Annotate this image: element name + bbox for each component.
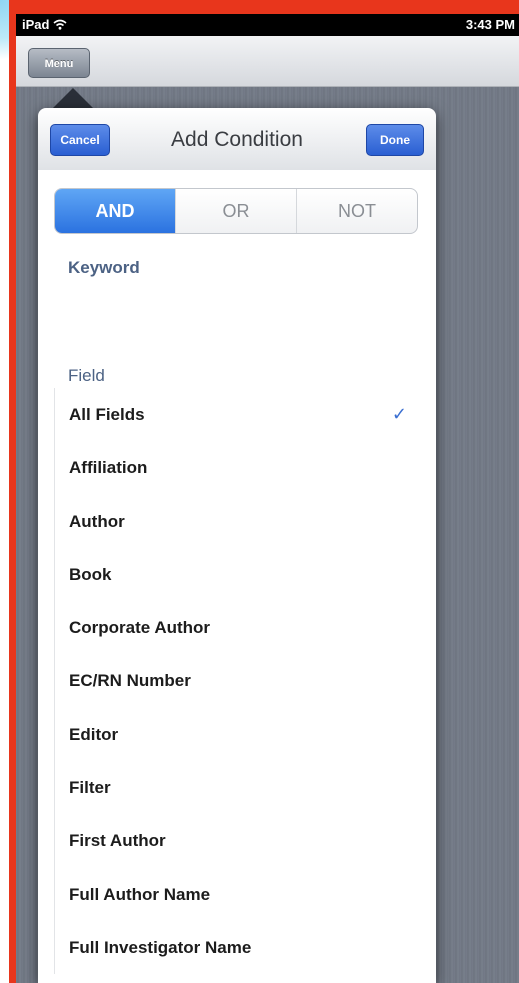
list-item[interactable]: Full Investigator Name	[55, 921, 417, 974]
list-item[interactable]: Corporate Author	[55, 601, 417, 654]
field-list: All Fields ✓ Affiliation Author Book Cor…	[54, 388, 417, 975]
list-item[interactable]: Author	[55, 495, 417, 548]
status-bar: iPad 3:43 PM	[16, 14, 519, 36]
list-item[interactable]: Filter	[55, 761, 417, 814]
segment-and[interactable]: AND	[55, 189, 176, 233]
checkmark-icon: ✓	[391, 404, 407, 424]
list-item[interactable]: All Fields ✓	[55, 388, 417, 441]
device-name: iPad	[22, 17, 50, 32]
status-time: 3:43 PM	[465, 17, 515, 32]
field-option-label: Editor	[69, 724, 119, 744]
field-option-label: Book	[69, 564, 112, 584]
popover-header: Cancel Add Condition Done	[38, 108, 436, 171]
field-label: Field	[68, 366, 105, 385]
list-item[interactable]: Editor	[55, 708, 417, 761]
list-item[interactable]: First Author	[55, 814, 417, 867]
wifi-icon	[53, 19, 67, 30]
list-item[interactable]: EC/RN Number	[55, 654, 417, 707]
segment-or[interactable]: OR	[176, 189, 297, 233]
add-condition-popover: Cancel Add Condition Done AND OR NOT Key…	[38, 108, 436, 983]
field-option-label: First Author	[69, 831, 166, 851]
field-option-label: Author	[69, 511, 125, 531]
list-item[interactable]: Affiliation	[55, 441, 417, 494]
field-option-label: Affiliation	[69, 458, 148, 478]
field-option-label: EC/RN Number	[69, 671, 191, 691]
navigation-bar: Menu	[16, 36, 519, 87]
segment-not[interactable]: NOT	[297, 189, 417, 233]
ipad-screen: iPad 3:43 PM Menu Cancel Add Condition D…	[16, 14, 519, 983]
field-option-label: Full Author Name	[69, 884, 211, 904]
status-left: iPad	[22, 17, 67, 32]
keyword-label: Keyword	[68, 258, 140, 277]
list-item[interactable]: Book	[55, 548, 417, 601]
field-option-label: Filter	[69, 778, 111, 798]
menu-button[interactable]: Menu	[28, 48, 90, 78]
boolean-segmented-control: AND OR NOT	[54, 188, 418, 234]
field-option-label: Full Investigator Name	[69, 937, 252, 957]
keyword-input[interactable]	[54, 288, 420, 330]
field-option-label: Corporate Author	[69, 618, 211, 638]
list-item[interactable]: Full Author Name	[55, 868, 417, 921]
field-option-label: All Fields	[69, 405, 145, 424]
done-button[interactable]: Done	[366, 124, 424, 156]
popover-body: AND OR NOT Keyword Field All Fields ✓ Af…	[38, 170, 436, 983]
popover-arrow	[51, 88, 95, 110]
